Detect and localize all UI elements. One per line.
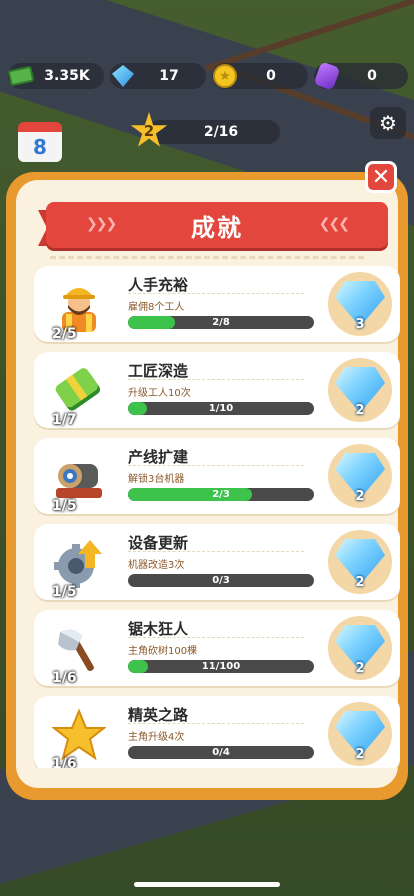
achievement-card[interactable]: 1/5 设备更新机器改造3次 0/3 2: [34, 524, 400, 600]
level-progress: 2/16: [148, 120, 280, 144]
achievement-desc: 雇佣8个工人: [128, 302, 185, 313]
cash-counter: 3.35K: [6, 61, 104, 91]
progress-bar: 11/100: [128, 660, 314, 673]
resource-bar: 3.35K 17 ★ 0 0: [6, 61, 408, 91]
reward-button[interactable]: 2: [328, 444, 392, 508]
achievement-title: 设备更新: [128, 534, 189, 552]
divider: [128, 465, 304, 466]
achievement-title: 人手充裕: [128, 276, 189, 294]
achievement-card[interactable]: 1/7 工匠深造升级工人10次 1/10 2: [34, 352, 400, 428]
achievement-desc: 主角升级4次: [128, 732, 185, 743]
coin-counter: ★ 0: [212, 63, 308, 89]
progress-text: 1/10: [208, 403, 234, 414]
progress-bar: 2/3: [128, 488, 314, 501]
achievements-dialog: ❯❯❯ 成就 ❮❮❮ 2/5 人手充裕雇佣8个工人 2/8 3 1/7 工匠深造升级工人1…: [6, 172, 408, 800]
divider: [128, 379, 304, 380]
progress-text: 2/3: [212, 489, 230, 500]
coin-value: 0: [266, 68, 276, 84]
reward-amount: 2: [355, 489, 365, 504]
achievement-desc: 机器改造3次: [128, 560, 185, 571]
gem-icon: [108, 61, 138, 91]
tier-count: 1/5: [52, 498, 77, 514]
divider: [128, 293, 304, 294]
cash-value: 3.35K: [44, 68, 90, 84]
achievement-card[interactable]: 1/6 精英之路主角升级4次 0/4 2: [34, 696, 400, 768]
chevrons-left-icon: ❮❮❮: [318, 216, 350, 232]
achievement-list[interactable]: 2/5 人手充裕雇佣8个工人 2/8 3 1/7 工匠深造升级工人10次 1/10 2 1/5 产…: [34, 266, 400, 768]
achievement-title: 工匠深造: [128, 362, 189, 380]
calendar-day: 8: [33, 135, 47, 159]
tier-count: 1/7: [52, 412, 77, 428]
reward-amount: 2: [355, 403, 365, 418]
reward-button[interactable]: 2: [328, 616, 392, 680]
gem-value: 17: [159, 68, 179, 84]
achievement-title: 锯木狂人: [128, 620, 189, 638]
reward-amount: 3: [355, 317, 365, 332]
reward-button[interactable]: 3: [328, 272, 392, 336]
divider: [128, 637, 304, 638]
dialog-body: ❯❯❯ 成就 ❮❮❮ 2/5 人手充裕雇佣8个工人 2/8 3 1/7 工匠深造升级工人1…: [16, 180, 400, 788]
divider: [128, 551, 304, 552]
progress-bar: 0/4: [128, 746, 314, 759]
level-number: 2: [143, 122, 155, 140]
progress-text: 11/100: [201, 661, 241, 672]
achievement-desc: 解锁3台机器: [128, 474, 185, 485]
potion-icon: [312, 61, 342, 91]
achievement-desc: 升级工人10次: [128, 388, 191, 399]
reward-button[interactable]: 2: [328, 702, 392, 766]
settings-button[interactable]: ⚙: [370, 107, 406, 139]
reward-amount: 2: [355, 747, 365, 762]
achievement-card[interactable]: 2/5 人手充裕雇佣8个工人 2/8 3: [34, 266, 400, 342]
level-progress-text: 2/16: [203, 124, 239, 140]
progress-text: 0/3: [212, 575, 230, 586]
tier-count: 1/6: [52, 756, 77, 768]
tier-count: 2/5: [52, 326, 77, 342]
achievement-title: 产线扩建: [128, 448, 189, 466]
home-indicator[interactable]: [134, 882, 280, 887]
achievement-desc: 主角砍树100棵: [128, 646, 198, 657]
reward-amount: 2: [355, 575, 365, 590]
close-icon: ✕: [371, 164, 391, 190]
achievement-card[interactable]: 1/5 产线扩建解锁3台机器 2/3 2: [34, 438, 400, 514]
achievement-title: 精英之路: [128, 706, 189, 724]
divider: [128, 723, 304, 724]
gear-icon: ⚙: [379, 111, 397, 135]
progress-text: 2/8: [212, 317, 230, 328]
reward-button[interactable]: 2: [328, 530, 392, 594]
calendar-button[interactable]: 8: [18, 122, 62, 162]
gem-counter: 17: [110, 63, 206, 89]
potion-counter: 0: [312, 61, 408, 91]
progress-text: 0/4: [212, 747, 230, 758]
coin-icon: ★: [210, 61, 240, 91]
progress-bar: 0/3: [128, 574, 314, 587]
tier-count: 1/6: [52, 670, 77, 686]
title-ribbon: ❯❯❯ 成就 ❮❮❮: [46, 202, 388, 248]
reward-amount: 2: [355, 661, 365, 676]
progress-bar: 1/10: [128, 402, 314, 415]
achievement-card[interactable]: 1/6 锯木狂人主角砍树100棵 11/100 2: [34, 610, 400, 686]
tier-count: 1/5: [52, 584, 77, 600]
progress-bar: 2/8: [128, 316, 314, 329]
divider: [50, 256, 364, 259]
cash-icon: [6, 61, 36, 91]
close-button[interactable]: ✕: [365, 161, 397, 193]
potion-value: 0: [367, 68, 377, 84]
reward-button[interactable]: 2: [328, 358, 392, 422]
